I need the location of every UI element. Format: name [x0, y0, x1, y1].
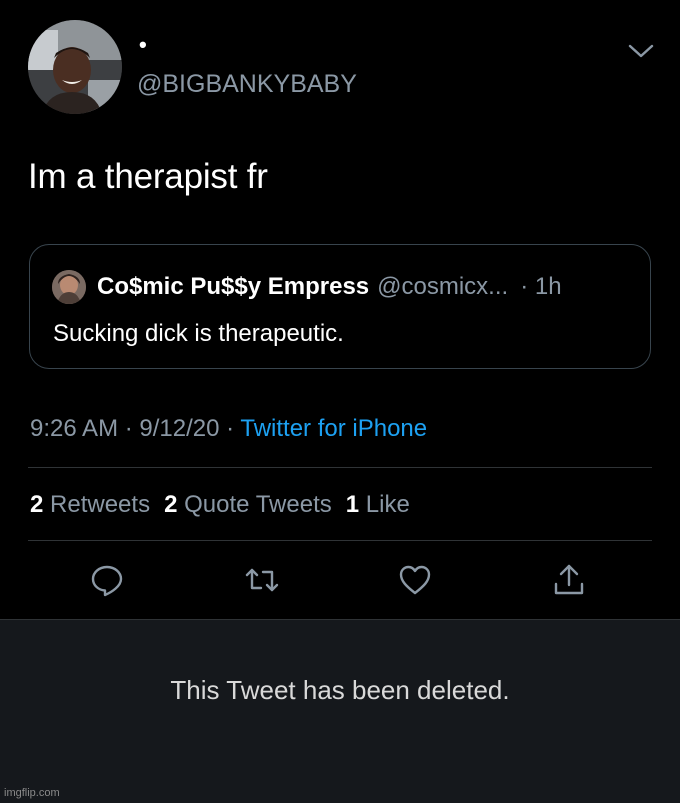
retweet-icon[interactable] [244, 562, 280, 598]
reply-icon[interactable] [89, 562, 125, 598]
source-separator: · [219, 415, 241, 442]
engagement-stats: 2 Retweets 2 Quote Tweets 1 Like [30, 491, 410, 519]
quoted-author-name: Co$mic Pu$$y Empress [97, 273, 370, 300]
tweet-page: • @BIGBANKYBABY Im a therapist fr Co$mic… [0, 0, 680, 803]
heart-icon[interactable] [397, 562, 433, 598]
tweet-metadata: 9:26 AM · 9/12/20 · Twitter for iPhone [30, 415, 427, 443]
quoted-avatar-photo [52, 270, 86, 304]
quote-tweets-count: 2 [164, 491, 178, 518]
likes-label: Like [365, 491, 410, 518]
tweet-timestamp: 9:26 AM [30, 415, 119, 442]
divider-top [28, 467, 652, 468]
quoted-tweet-text: Sucking dick is therapeutic. [53, 320, 344, 347]
quoted-author-handle: @cosmicx... [377, 273, 509, 300]
deleted-tweet-notice: This Tweet has been deleted. [0, 619, 680, 803]
quoted-author-avatar [52, 270, 86, 304]
tweet-source-link[interactable]: Twitter for iPhone [240, 415, 427, 442]
quote-tweets-label: Quote Tweets [184, 491, 332, 518]
likes-stat[interactable]: 1 Like [346, 491, 410, 518]
retweets-label: Retweets [50, 491, 151, 518]
quote-tweets-stat[interactable]: 2 Quote Tweets [164, 491, 332, 518]
quoted-tweet-time: 1h [534, 273, 562, 300]
quoted-time-separator: · [520, 273, 529, 300]
author-display-name[interactable]: • [139, 32, 147, 58]
author-handle[interactable]: @BIGBANKYBABY [137, 70, 357, 99]
quoted-tweet-header: Co$mic Pu$$y Empress @cosmicx... · 1h [97, 273, 562, 301]
quoted-tweet-card[interactable]: Co$mic Pu$$y Empress @cosmicx... · 1h Suck… [29, 244, 651, 369]
likes-count: 1 [345, 491, 360, 518]
tweet-date: 9/12/20 [139, 415, 220, 442]
avatar-photo [28, 20, 122, 114]
retweets-count: 2 [30, 491, 44, 518]
deleted-tweet-message: This Tweet has been deleted. [170, 675, 510, 705]
date-separator: · [118, 415, 140, 442]
imgflip-watermark: imgflip.com [4, 787, 60, 799]
chevron-down-icon[interactable] [626, 40, 656, 62]
tweet-text: Im a therapist fr [28, 157, 268, 196]
author-avatar[interactable] [28, 20, 122, 114]
retweets-stat[interactable]: 2 Retweets [30, 491, 150, 518]
share-icon[interactable] [551, 562, 587, 598]
divider-bottom [28, 540, 652, 541]
